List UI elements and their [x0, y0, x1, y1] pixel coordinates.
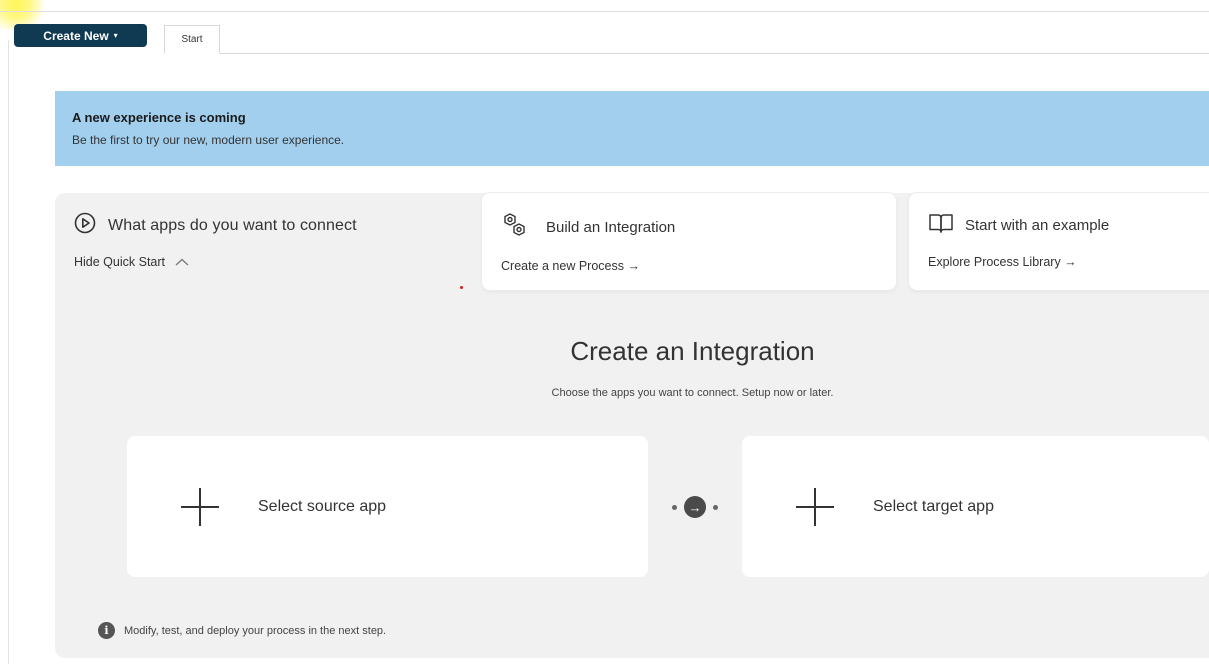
left-divider — [8, 40, 9, 664]
new-experience-banner[interactable]: A new experience is coming Be the first … — [55, 91, 1209, 166]
create-new-label: Create New — [43, 28, 109, 43]
create-new-process-link[interactable]: Create a new Process → — [501, 259, 896, 273]
top-divider — [0, 11, 1209, 12]
build-integration-title: Build an Integration — [546, 219, 676, 236]
plus-icon — [796, 487, 834, 526]
banner-text: Be the first to try our new, modern user… — [72, 133, 345, 147]
create-integration-title: Create an Integration — [570, 336, 815, 366]
hide-quick-start-label: Hide Quick Start — [74, 255, 166, 269]
tab-bar: Create New ▾ Start — [14, 24, 1209, 54]
quick-start-title: What apps do you want to connect — [108, 216, 357, 234]
start-example-card[interactable]: Start with an example Explore Process Li… — [909, 193, 1209, 290]
chevron-up-icon — [175, 255, 189, 269]
select-source-app-button[interactable]: Select source app — [127, 436, 648, 577]
tab-bar-divider — [164, 53, 1209, 54]
quick-start-connect-section: What apps do you want to connect Hide Qu… — [74, 212, 357, 269]
info-icon: i — [98, 622, 115, 639]
connector-dot-left — [672, 504, 677, 510]
banner-title: A new experience is coming — [72, 110, 246, 125]
create-new-button[interactable]: Create New ▾ — [14, 24, 147, 47]
explore-process-library-link[interactable]: Explore Process Library → — [928, 255, 1209, 269]
select-target-app-button[interactable]: Select target app — [742, 436, 1209, 577]
caret-down-icon: ▾ — [113, 31, 118, 40]
connector-dot-right — [713, 504, 718, 510]
tab-start[interactable]: Start — [164, 25, 220, 54]
book-icon — [928, 212, 954, 239]
gears-icon — [501, 212, 535, 243]
select-target-app-label: Select target app — [873, 497, 994, 515]
build-integration-card[interactable]: Build an Integration Create a new Proces… — [482, 193, 896, 290]
hide-quick-start-link[interactable]: Hide Quick Start — [74, 255, 357, 269]
tab-start-label: Start — [181, 34, 203, 45]
create-integration-subtitle: Choose the apps you want to connect. Set… — [551, 387, 834, 399]
arrow-right-circle-icon: → — [684, 496, 706, 518]
red-marker-dot — [460, 286, 463, 289]
start-example-title: Start with an example — [965, 217, 1110, 234]
connector: → — [662, 496, 728, 518]
footer-note-text: Modify, test, and deploy your process in… — [124, 624, 387, 637]
select-source-app-label: Select source app — [258, 497, 387, 515]
play-circle-icon — [74, 212, 96, 239]
plus-icon — [181, 487, 219, 526]
footer-note: i Modify, test, and deploy your process … — [98, 622, 386, 639]
